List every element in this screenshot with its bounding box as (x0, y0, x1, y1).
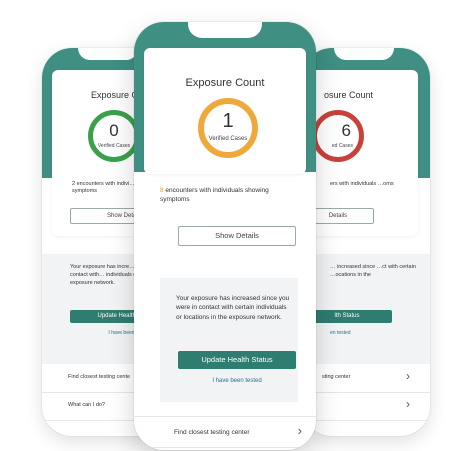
what-can-i-do-label: What can I do? (68, 402, 105, 408)
verified-count: 0 (109, 121, 119, 140)
chevron-right-icon: › (406, 397, 410, 411)
exposure-message: Your exposure has increased since you we… (176, 295, 290, 321)
find-testing-label: Find closest testing center (174, 429, 250, 436)
list-row-2[interactable]: › (302, 392, 430, 421)
verified-caption: Verified Cases (208, 136, 248, 142)
chevron-right-icon: › (297, 423, 302, 438)
phone-right: osure Count 6 ed Cases ers with individu… (302, 48, 430, 436)
exposure-message: … increased since …ct with certain …ocat… (330, 264, 416, 278)
verified-count: 1 (222, 110, 234, 132)
find-testing-row[interactable]: Find closest testing center › (134, 416, 316, 448)
phone-notch (188, 22, 262, 38)
count-ring: 6 ed Cases (312, 110, 364, 162)
chevron-right-icon: › (406, 369, 410, 383)
verified-caption: Verified Cases (97, 143, 131, 149)
update-health-status-button[interactable]: Update Health Status (178, 351, 296, 369)
phone-notch (334, 48, 394, 60)
exposure-title: osure Count (324, 90, 374, 100)
tested-link[interactable]: en tested (330, 330, 386, 336)
find-testing-label: sting center (322, 374, 351, 380)
show-details-button[interactable]: Show Details (178, 226, 296, 246)
verified-count: 6 (341, 121, 351, 140)
phone-center: Exposure Count 1 Verified Cases 8 encoun… (134, 22, 316, 450)
verified-caption: ed Cases (331, 143, 353, 149)
phone-notch (78, 48, 138, 60)
encounters-text: 8 encounters with individuals showing sy… (160, 187, 294, 205)
count-ring: 1 Verified Cases (198, 98, 258, 158)
encounters-text: ers with individuals …oms (330, 181, 394, 187)
find-testing-label: Find closest testing cente (68, 374, 131, 380)
encounters-label: encounters with individuals showing symp… (160, 187, 269, 203)
tested-link[interactable]: I have been tested (178, 378, 296, 384)
find-testing-row[interactable]: sting center › (302, 364, 430, 393)
count-ring: 0 Verified Cases (88, 110, 140, 162)
exposure-title: Exposure Count (185, 77, 265, 89)
